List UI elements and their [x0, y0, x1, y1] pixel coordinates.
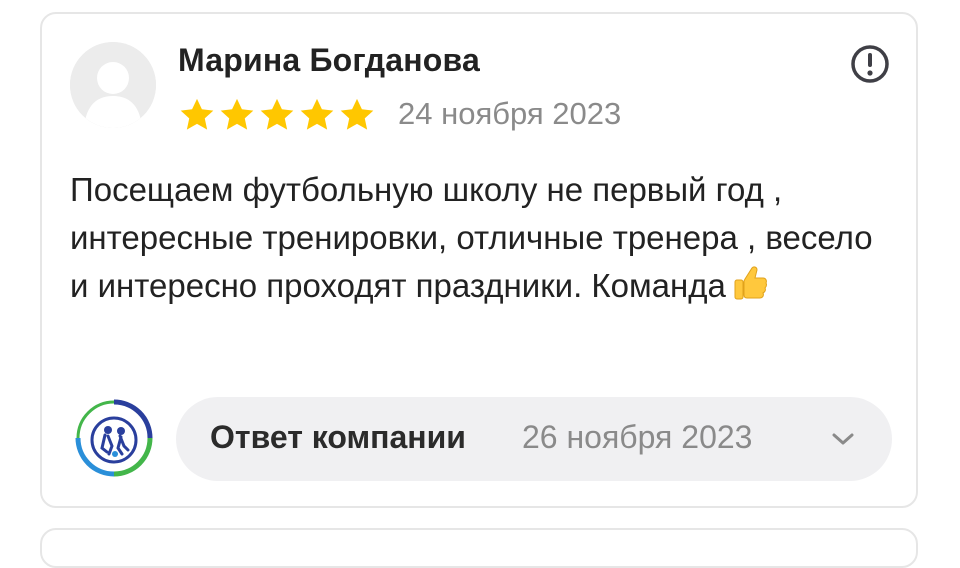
rating-stars — [178, 96, 376, 134]
chevron-down-icon — [832, 433, 854, 445]
company-reply-date: 26 ноября 2023 — [522, 419, 753, 455]
company-logo-icon — [75, 399, 153, 477]
author-name[interactable]: Марина Богданова — [178, 42, 480, 79]
avatar[interactable] — [70, 42, 156, 128]
review-date: 24 ноября 2023 — [398, 96, 622, 131]
star-icon — [340, 98, 374, 130]
star-icon — [300, 98, 334, 130]
next-review-card — [40, 528, 918, 568]
exclamation-circle-icon — [851, 45, 889, 83]
thumbs-up-icon — [734, 266, 767, 300]
company-reply-toggle[interactable]: Ответ компании 26 ноября 2023 — [176, 397, 892, 481]
report-button[interactable] — [850, 44, 890, 84]
star-icon — [180, 98, 214, 130]
star-icon — [220, 98, 254, 130]
review-text: Посещаем футбольную школу не первый год … — [70, 166, 890, 310]
user-silhouette-icon — [70, 42, 156, 128]
company-reply-label: Ответ компании — [210, 419, 466, 455]
review-card: Марина Богданова 24 ноября 2023 Посещаем… — [40, 12, 918, 508]
company-logo[interactable] — [72, 396, 156, 480]
star-icon — [260, 98, 294, 130]
